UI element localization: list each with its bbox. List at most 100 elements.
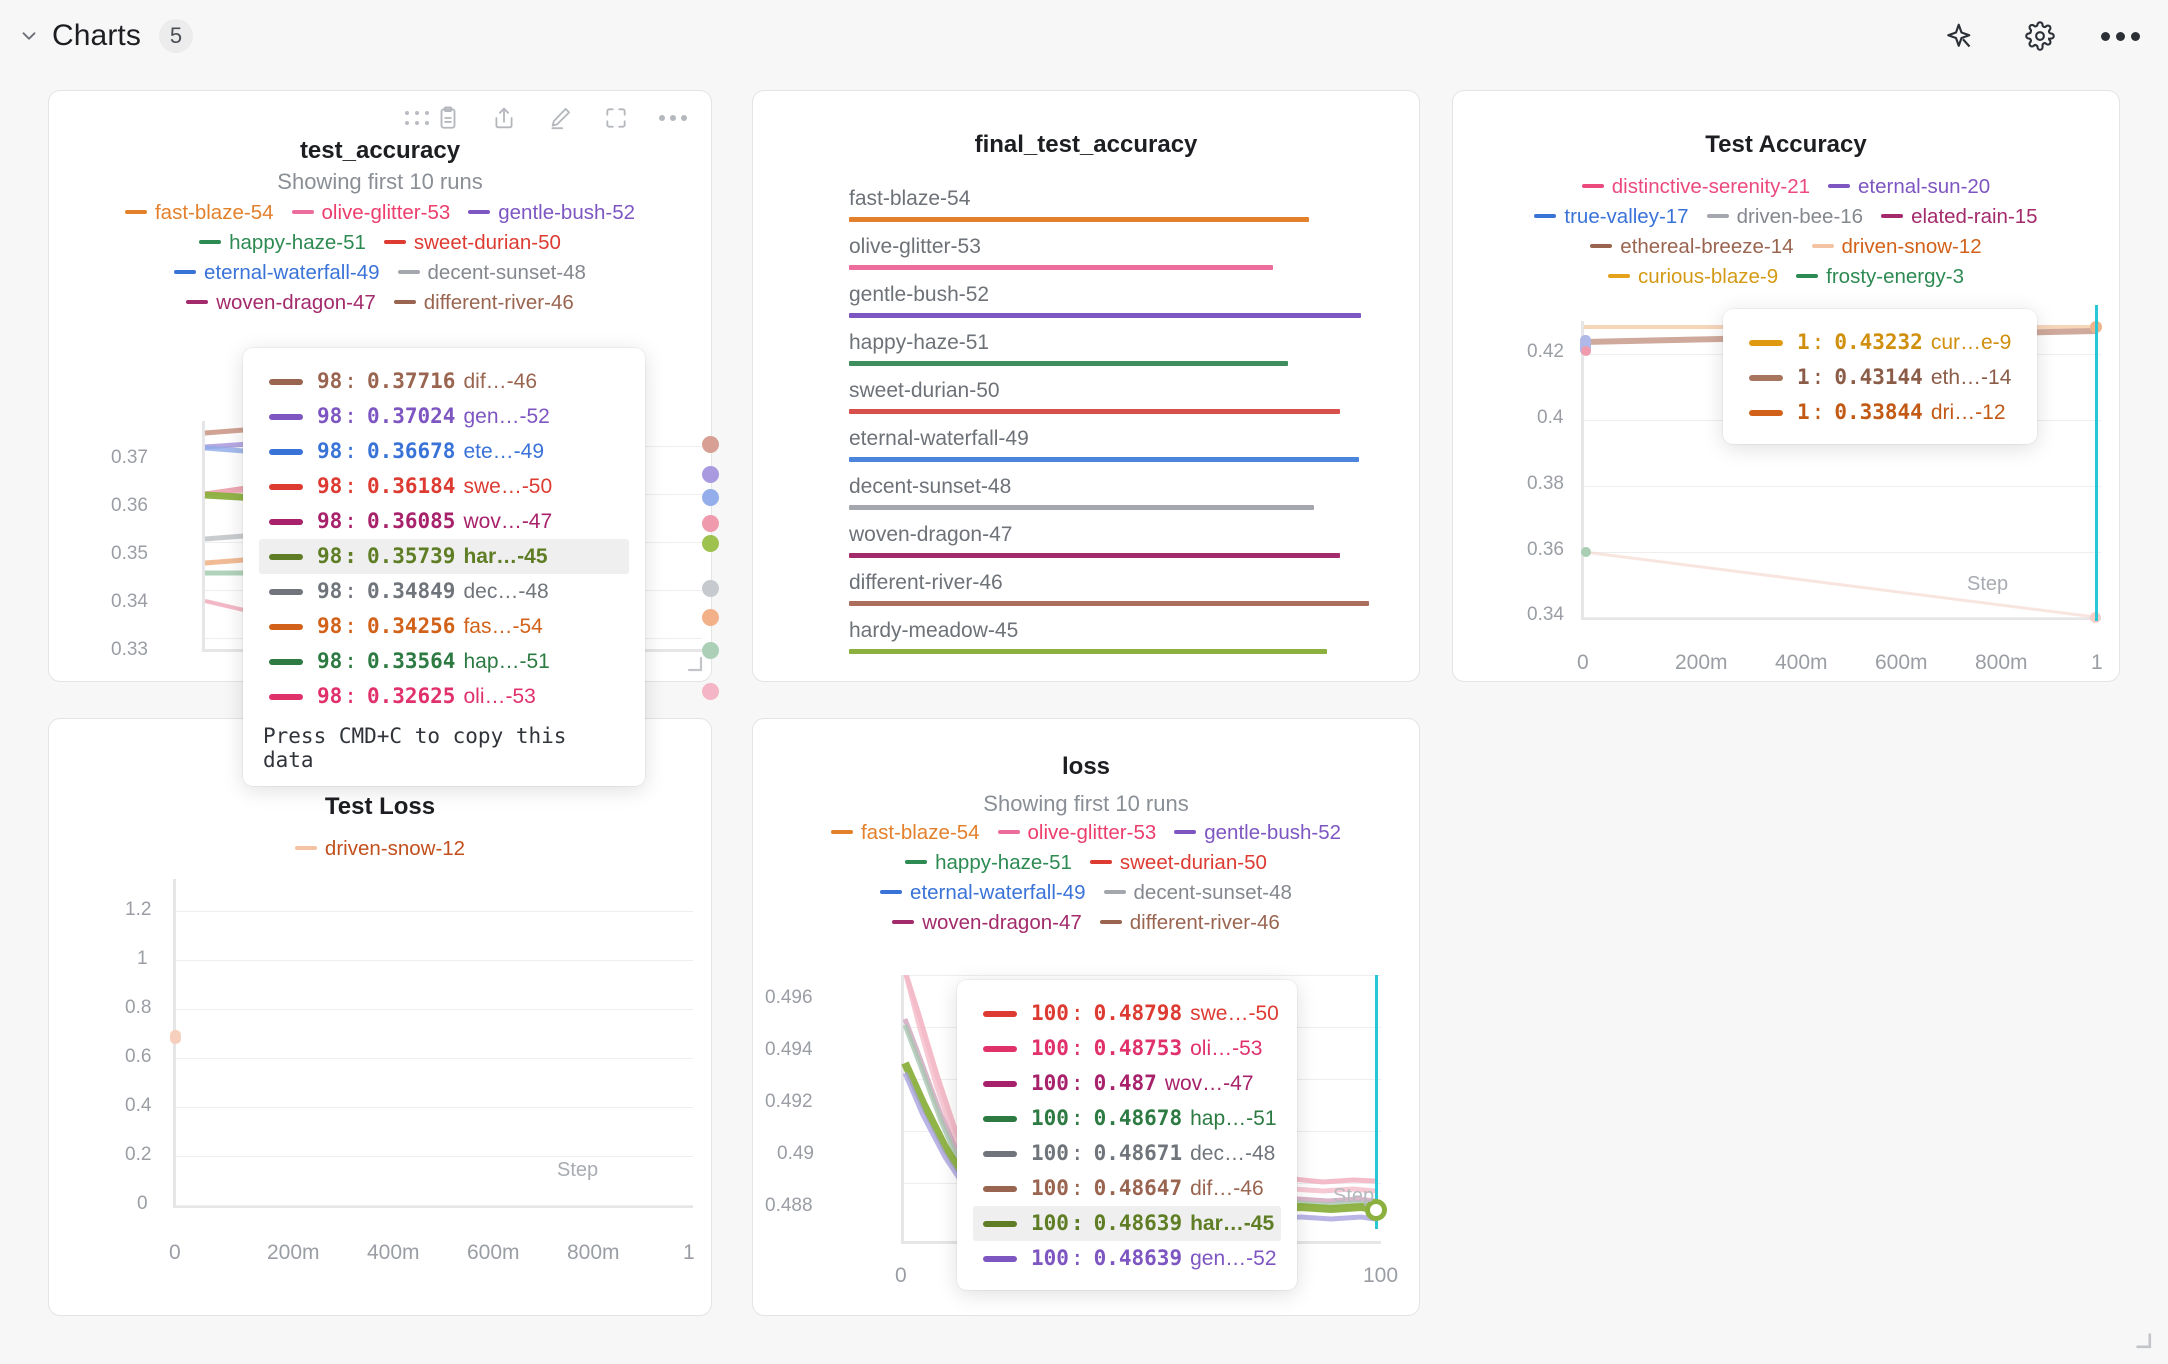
drag-clipboard-icon[interactable] <box>405 105 461 131</box>
bar-row[interactable]: olive-glitter-53 <box>849 235 1369 270</box>
legend-item[interactable]: gentle-bush-52 <box>1174 819 1341 847</box>
chart-card-test-accuracy-2[interactable]: Test Accuracy distinctive-serenity-21 ete… <box>1452 90 2120 682</box>
legend-item[interactable]: curious-blaze-9 <box>1607 263 1778 291</box>
legend-item[interactable]: ethereal-breeze-14 <box>1590 233 1794 261</box>
legend-swatch <box>468 209 491 214</box>
bar-chart: fast-blaze-54 olive-glitter-53 gentle-bu… <box>849 187 1369 654</box>
fullscreen-icon[interactable] <box>603 105 629 131</box>
bar-row[interactable]: different-river-46 <box>849 571 1369 606</box>
bar-row[interactable]: happy-haze-51 <box>849 331 1369 366</box>
legend-item[interactable]: olive-glitter-53 <box>997 819 1157 847</box>
bar-label: sweet-durian-50 <box>849 379 1000 402</box>
legend-label: fast-blaze-54 <box>154 201 274 224</box>
share-icon[interactable] <box>491 105 517 131</box>
tooltip-step: 100 <box>1031 1246 1069 1270</box>
tooltip-row: 1: 0.43144 eth…-14 <box>1739 360 2021 395</box>
pencil-icon[interactable] <box>547 105 573 131</box>
tooltip-swatch <box>269 518 303 525</box>
sparkle-icon[interactable] <box>1938 14 1982 58</box>
legend-swatch <box>1811 243 1834 248</box>
y-tick-label: 0 <box>137 1193 148 1214</box>
legend-item[interactable]: gentle-bush-52 <box>468 199 635 227</box>
legend-label: woven-dragon-47 <box>922 911 1082 934</box>
bar-label: happy-haze-51 <box>849 331 990 354</box>
tooltip-swatch <box>983 1080 1017 1087</box>
legend-item[interactable]: driven-snow-12 <box>294 835 465 863</box>
tooltip-row: 98: 0.37716 dif…-46 <box>259 364 629 399</box>
y-tick-label: 0.8 <box>125 997 152 1018</box>
bar-row[interactable]: woven-dragon-47 <box>849 523 1369 558</box>
tooltip-run-name: swe…-50 <box>463 475 553 498</box>
card-resize-handle[interactable] <box>685 654 703 677</box>
legend-item[interactable]: sweet-durian-50 <box>383 229 561 257</box>
tooltip-value: 0.36184 <box>366 474 456 498</box>
tooltip-value: 0.43232 <box>1834 330 1923 354</box>
legend-item[interactable]: olive-glitter-53 <box>291 199 450 227</box>
legend-item[interactable]: woven-dragon-47 <box>892 909 1082 937</box>
chart-plot-area[interactable]: Step <box>145 879 697 1229</box>
series-endpoint-marker <box>702 515 719 532</box>
chart-legend: fast-blaze-54 olive-glitter-53 gentle-bush… <box>753 819 1419 939</box>
legend-label: olive-glitter-53 <box>1027 821 1157 844</box>
legend-item[interactable]: different-river-46 <box>1099 909 1280 937</box>
legend-item[interactable]: elated-rain-15 <box>1881 203 2038 231</box>
tooltip-swatch <box>269 658 303 665</box>
bar-row[interactable]: fast-blaze-54 <box>849 187 1369 222</box>
x-tick-label: 0 <box>895 1264 907 1287</box>
collapse-chevron-down-icon[interactable] <box>14 21 44 51</box>
legend-item[interactable]: driven-snow-12 <box>1811 233 1982 261</box>
tooltip-run-name: gen…-52 <box>1190 1247 1277 1270</box>
legend-label: driven-snow-12 <box>1841 235 1982 258</box>
legend-swatch <box>880 889 903 894</box>
legend-label: different-river-46 <box>423 291 574 314</box>
tooltip-step: 98 <box>317 474 343 498</box>
gridline <box>176 960 693 961</box>
legend-item[interactable]: driven-bee-16 <box>1706 203 1863 231</box>
bar <box>849 409 1341 414</box>
page-resize-handle[interactable] <box>2132 1329 2152 1354</box>
series-start-marker <box>170 1030 181 1044</box>
legend-item[interactable]: sweet-durian-50 <box>1089 849 1267 877</box>
tooltip-row: 1: 0.43232 cur…e-9 <box>1739 325 2021 360</box>
legend-item[interactable]: woven-dragon-47 <box>186 289 376 317</box>
bar-row[interactable]: decent-sunset-48 <box>849 475 1369 510</box>
x-tick-label: 400m <box>1775 651 1828 674</box>
x-axis-title: Step <box>1333 1185 1375 1207</box>
legend-item[interactable]: fast-blaze-54 <box>830 819 980 847</box>
legend-item[interactable]: different-river-46 <box>393 289 574 317</box>
bar-row[interactable]: sweet-durian-50 <box>849 379 1369 414</box>
bar-row[interactable]: gentle-bush-52 <box>849 283 1369 318</box>
bar-row[interactable]: hardy-meadow-45 <box>849 619 1369 654</box>
bar-row[interactable]: eternal-waterfall-49 <box>849 427 1369 462</box>
series-start-marker <box>1581 547 1591 557</box>
tooltip-step: 98 <box>317 684 343 708</box>
legend-item[interactable]: eternal-waterfall-49 <box>880 879 1086 907</box>
y-tick-label: 0.35 <box>111 543 148 564</box>
more-horizontal-icon[interactable] <box>2098 14 2142 58</box>
drag-handle-icon[interactable] <box>405 110 430 126</box>
chart-card-test-loss[interactable]: Test Loss driven-snow-12 Step 1.2 1 0.8 … <box>48 718 712 1316</box>
chart-card-final-test-accuracy[interactable]: final_test_accuracy fast-blaze-54 olive-… <box>752 90 1420 682</box>
chart-subtitle: Showing first 10 runs <box>277 169 483 194</box>
tooltip-run-name: gen…-52 <box>463 405 550 428</box>
legend-item[interactable]: happy-haze-51 <box>199 229 366 257</box>
legend-item[interactable]: eternal-sun-20 <box>1828 173 1990 201</box>
legend-item[interactable]: distinctive-serenity-21 <box>1581 173 1810 201</box>
tooltip-swatch <box>983 1115 1017 1122</box>
more-horizontal-icon[interactable] <box>659 115 687 121</box>
legend-item[interactable]: eternal-waterfall-49 <box>174 259 380 287</box>
series-endpoint-marker <box>702 489 719 506</box>
tooltip-row: 98: 0.32625 oli…-53 <box>259 679 629 714</box>
legend-item[interactable]: frosty-energy-3 <box>1796 263 1964 291</box>
legend-item[interactable]: fast-blaze-54 <box>124 199 274 227</box>
legend-item[interactable]: decent-sunset-48 <box>1103 879 1292 907</box>
tooltip-row: 100: 0.48671 dec…-48 <box>973 1136 1281 1171</box>
legend-item[interactable]: true-valley-17 <box>1534 203 1689 231</box>
chart-title: Test Accuracy <box>1705 131 1867 158</box>
legend-item[interactable]: happy-haze-51 <box>905 849 1072 877</box>
gear-icon[interactable] <box>2018 14 2062 58</box>
tooltip-run-name: dif…-46 <box>463 370 537 393</box>
legend-item[interactable]: decent-sunset-48 <box>397 259 586 287</box>
tooltip-run-name: hap…-51 <box>1190 1107 1277 1130</box>
legend-label: ethereal-breeze-14 <box>1620 235 1794 258</box>
